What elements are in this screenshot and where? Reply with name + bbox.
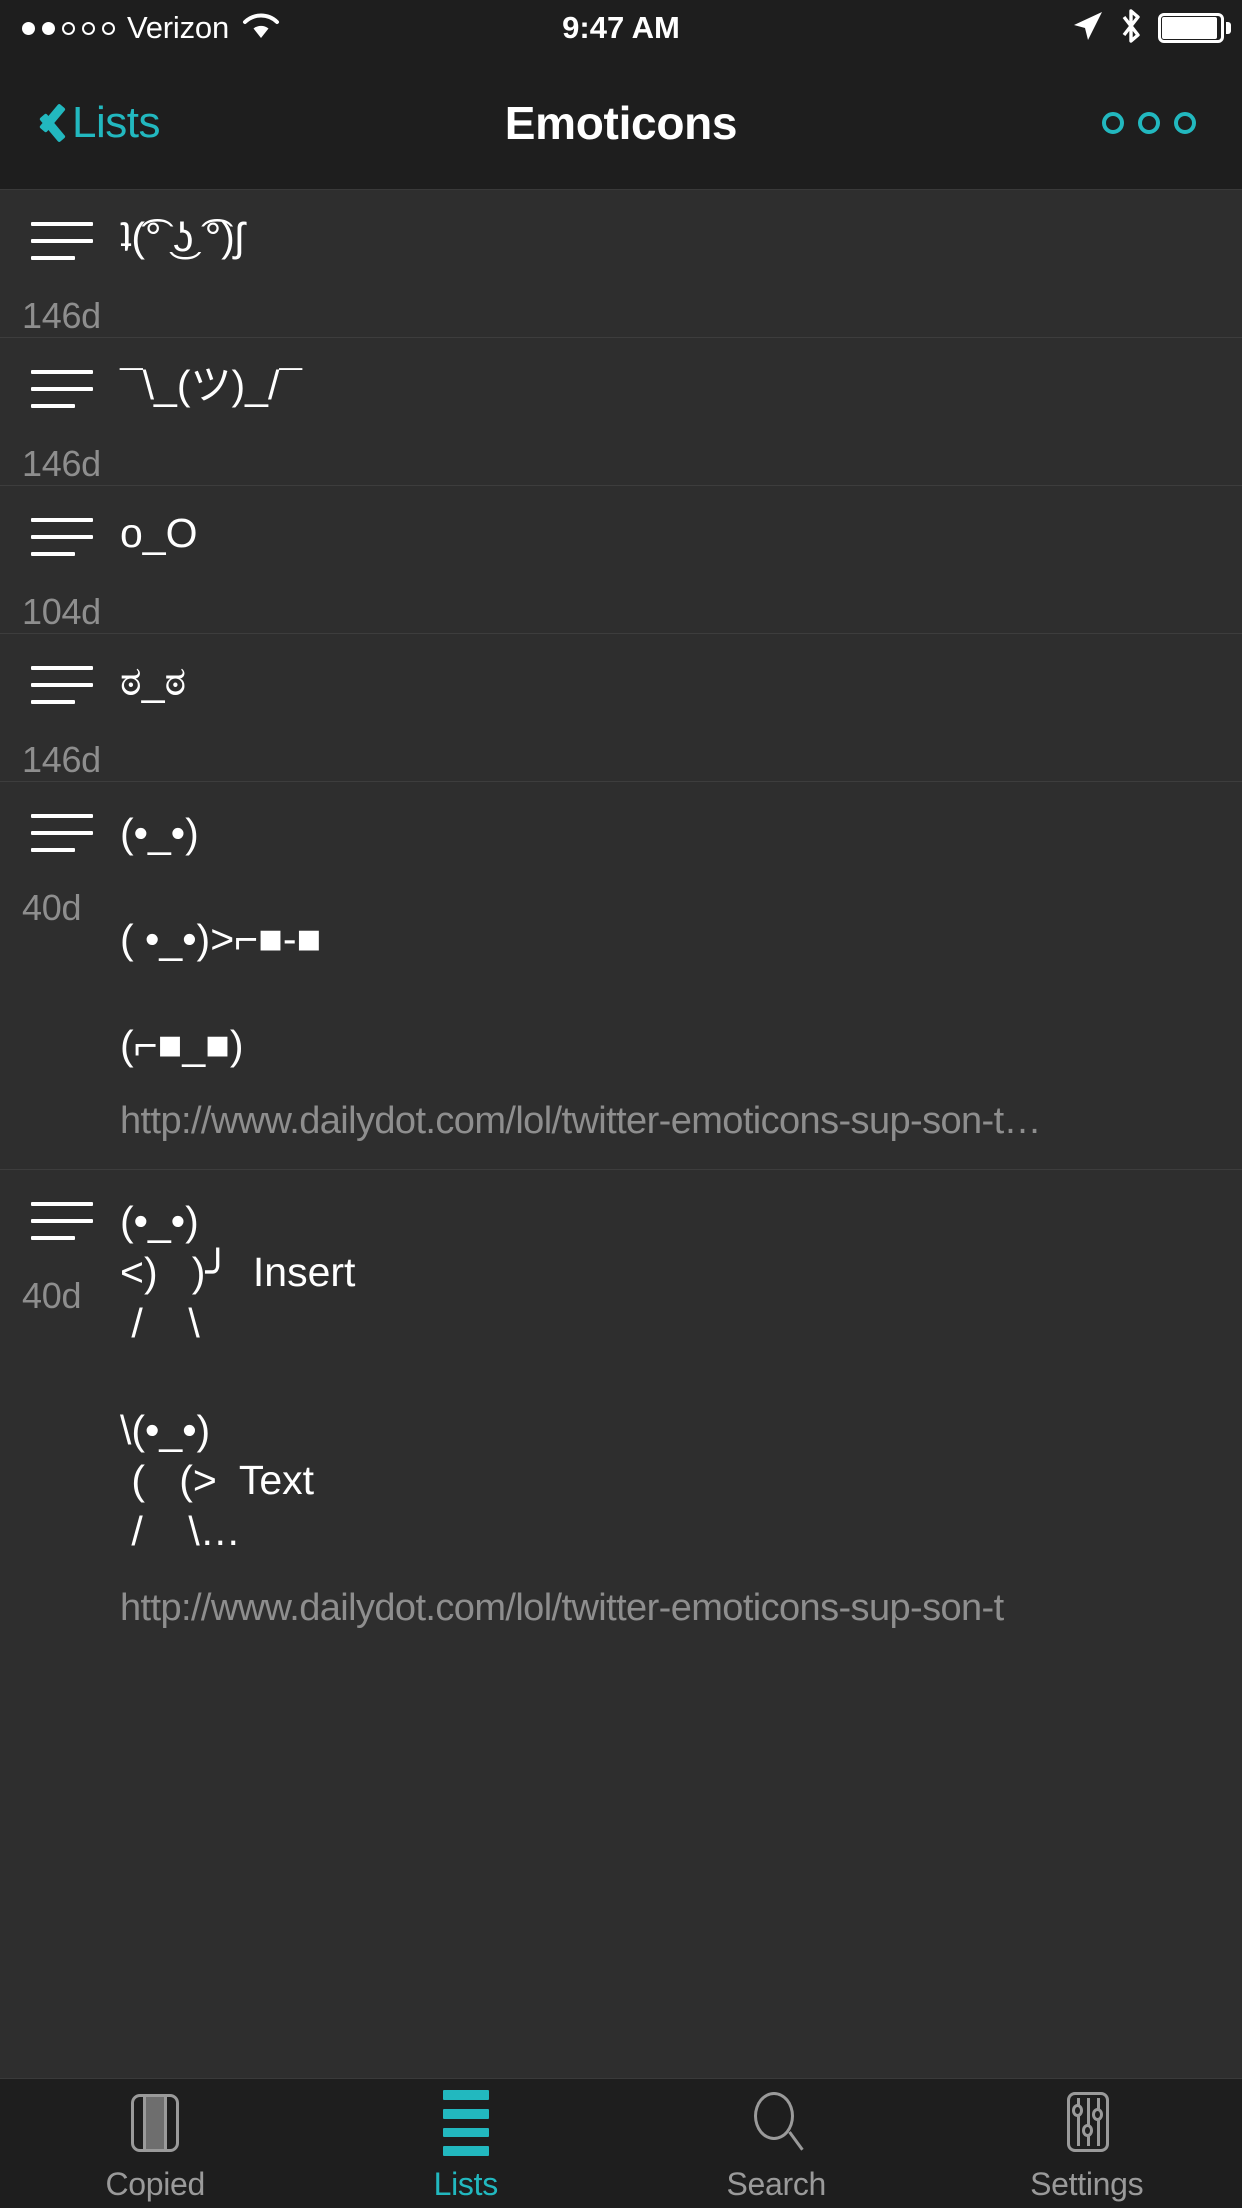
row-content: o_O <box>120 510 1242 557</box>
row-content: ¯\_(ツ)_/¯ <box>120 362 1242 409</box>
emoticon-text: (•_•) <box>120 810 199 856</box>
reorder-handle-icon[interactable] <box>31 518 93 569</box>
tab-label: Copied <box>105 2166 206 2202</box>
tab-label: Search <box>726 2166 827 2202</box>
row-url-label: http://www.dailydot.com/lol/twitter-emot… <box>120 1587 1004 1630</box>
row-content: (•_•) <) )╯ Insert / \ \(•_•) ( (> Text … <box>120 1196 1242 1630</box>
row-age-label: 146d <box>22 443 101 484</box>
emoticon-text: (⌐■_■) <box>120 1022 244 1069</box>
reorder-handle-icon[interactable] <box>31 370 93 421</box>
row-age-label: 104d <box>22 591 101 632</box>
navigation-bar: Lists Emoticons <box>0 56 1242 190</box>
table-row[interactable]: 146d ¯\_(ツ)_/¯ <box>0 338 1242 486</box>
tab-lists[interactable]: Lists <box>311 2079 622 2208</box>
list-lines-icon <box>428 2090 504 2156</box>
table-row[interactable]: 40d (•_•) <) )╯ Insert / \ \(•_•) ( (> T… <box>0 1170 1242 1810</box>
emoticon-list[interactable]: 146d ʇ(͡° ͜ʖ ͡°)ʃ 146d ¯\_(ツ)_/¯ 104d o_ <box>0 190 1242 2078</box>
row-age-label: 146d <box>22 295 101 336</box>
emoticon-text: ʇ(͡° ͜ʖ ͡°)ʃ <box>120 214 244 260</box>
status-bar-clock: 9:47 AM <box>562 10 680 45</box>
status-bar: Verizon 9:47 AM <box>0 0 1242 56</box>
more-options-icon[interactable] <box>1102 56 1196 190</box>
location-arrow-icon <box>1070 9 1104 48</box>
bluetooth-icon <box>1118 7 1144 50</box>
tab-search[interactable]: Search <box>621 2079 932 2208</box>
row-age-label: 40d <box>22 887 82 928</box>
row-url-label: http://www.dailydot.com/lol/twitter-emot… <box>120 1100 1042 1143</box>
reorder-handle-icon[interactable] <box>31 814 93 865</box>
tab-label: Lists <box>433 2166 499 2202</box>
table-row[interactable]: 104d o_O <box>0 486 1242 634</box>
row-content: (•_•) ( •_•)>⌐■-■ (⌐■_■) http://www.dail… <box>120 808 1242 1143</box>
tab-label: Settings <box>1030 2166 1144 2202</box>
row-content: ʇ(͡° ͜ʖ ͡°)ʃ <box>120 214 1242 261</box>
reorder-handle-icon[interactable] <box>31 1202 93 1253</box>
emoticon-text: ಠ_ಠ <box>120 658 187 704</box>
emoticon-art: (•_•) <) )╯ Insert / \ <box>120 1198 356 1346</box>
reorder-handle-icon[interactable] <box>31 222 93 273</box>
battery-icon <box>1158 13 1231 43</box>
row-age-label: 40d <box>22 1275 82 1317</box>
reorder-handle-icon[interactable] <box>31 666 93 717</box>
sliders-icon <box>1049 2090 1125 2156</box>
tab-settings[interactable]: Settings <box>932 2079 1242 2208</box>
row-age-label: 146d <box>22 739 101 780</box>
clipboard-icon <box>117 2090 193 2156</box>
table-row[interactable]: 146d ಠ_ಠ <box>0 634 1242 782</box>
emoticon-text: ( •_•)>⌐■-■ <box>120 916 322 963</box>
page-title: Emoticons <box>504 97 738 149</box>
table-row[interactable]: 40d (•_•) ( •_•)>⌐■-■ (⌐■_■) http://www.… <box>0 782 1242 1171</box>
emoticon-text: ¯\_(ツ)_/¯ <box>120 362 302 408</box>
magnifier-icon <box>738 2090 814 2156</box>
table-row[interactable]: 146d ʇ(͡° ͜ʖ ͡°)ʃ <box>0 190 1242 338</box>
row-content: ಠ_ಠ <box>120 658 1242 705</box>
tab-bar: Copied Lists Search Settings <box>0 2078 1242 2208</box>
emoticon-text: o_O <box>120 510 198 556</box>
app-screen: Verizon 9:47 AM Lists Emoticons 146d ʇ(͡… <box>0 0 1242 2208</box>
emoticon-art: \(•_•) ( (> Text / \… <box>120 1406 315 1555</box>
status-bar-right <box>1070 0 1231 56</box>
tab-copied[interactable]: Copied <box>0 2079 311 2208</box>
